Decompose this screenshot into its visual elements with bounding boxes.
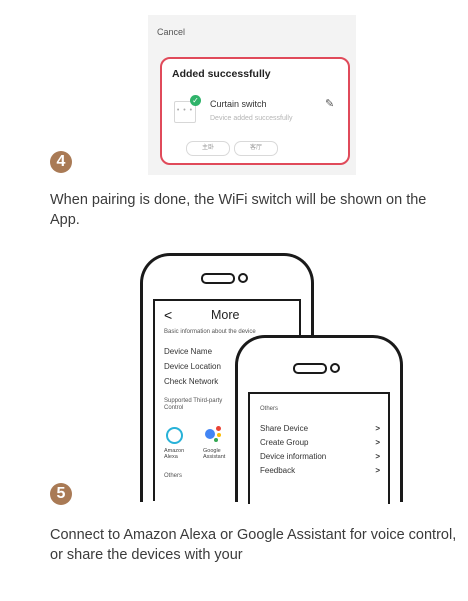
step-number-badge: 4 — [50, 151, 72, 173]
others-label: Others — [164, 473, 183, 479]
phone-camera — [330, 363, 340, 373]
pairing-success-screenshot: Cancel Added successfully • • • ✓ Curtai… — [148, 15, 356, 175]
feedback-row[interactable]: Feedback > — [260, 466, 380, 475]
third-party-label: Supported Third-party Control — [164, 398, 223, 411]
device-information-row[interactable]: Device information > — [260, 452, 380, 461]
row-label: Feedback — [260, 466, 296, 475]
chevron-right-icon: > — [375, 466, 380, 475]
phone-speaker — [293, 363, 327, 374]
device-name: Curtain switch — [210, 99, 267, 109]
alexa-icon[interactable] — [166, 427, 183, 444]
more-title: More — [211, 308, 240, 322]
phone-screen: Others Share Device > Create Group > Dev… — [248, 392, 390, 504]
row-label: Create Group — [260, 438, 309, 447]
step-number-badge: 5 — [50, 483, 72, 505]
create-group-row[interactable]: Create Group > — [260, 438, 380, 447]
phone-others-screen: Others Share Device > Create Group > Dev… — [235, 335, 403, 504]
phone-speaker — [201, 273, 235, 284]
check-icon: ✓ — [190, 95, 201, 106]
menu-item[interactable]: Device Location — [164, 362, 221, 371]
google-assistant-label: Google Assistant — [203, 448, 226, 460]
others-label: Others — [260, 406, 279, 412]
menu-item[interactable]: Device Name — [164, 347, 212, 356]
added-successfully-card: Added successfully • • • ✓ Curtain switc… — [160, 57, 350, 165]
alexa-label: Amazon Alexa — [164, 448, 185, 460]
step-4-caption: When pairing is done, the WiFi switch wi… — [50, 192, 427, 228]
success-title: Added successfully — [172, 68, 271, 80]
step-5-caption: Connect to Amazon Alexa or Google Assist… — [50, 527, 457, 563]
basic-info-label: Basic information about the device — [164, 329, 256, 335]
back-arrow-icon[interactable]: < — [164, 307, 172, 323]
share-device-row[interactable]: Share Device > — [260, 424, 380, 433]
room-chip[interactable]: 客厅 — [234, 141, 278, 156]
chevron-right-icon: > — [375, 438, 380, 447]
menu-item[interactable]: Check Network — [164, 377, 218, 386]
room-chip[interactable]: 主卧 — [186, 141, 230, 156]
chevron-right-icon: > — [375, 452, 380, 461]
device-status: Device added successfully — [210, 115, 293, 122]
google-assistant-icon[interactable] — [205, 425, 223, 443]
row-label: Share Device — [260, 424, 309, 433]
cancel-button[interactable]: Cancel — [157, 27, 185, 37]
edit-icon[interactable]: ✎ — [325, 97, 334, 110]
phone-camera — [238, 273, 248, 283]
chevron-right-icon: > — [375, 424, 380, 433]
row-label: Device information — [260, 452, 327, 461]
